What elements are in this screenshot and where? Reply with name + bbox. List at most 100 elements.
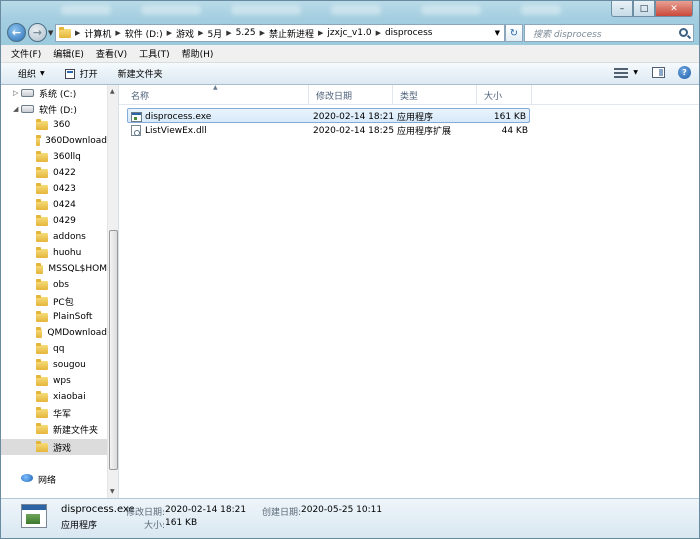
menu-file[interactable]: 文件(F) <box>11 47 41 60</box>
column-name[interactable]: 名称 <box>124 85 309 105</box>
recent-pages-dropdown[interactable]: ▼ <box>48 29 53 37</box>
details-modified-value: 2020-02-14 18:21 <box>165 505 247 515</box>
drive-icon <box>21 89 34 97</box>
breadcrumb-jzxjc[interactable]: jzxjc_v1.0 <box>327 28 371 38</box>
nav-folder-huajun[interactable]: 华军 <box>1 405 107 421</box>
nav-folder-sougou[interactable]: sougou <box>1 357 107 373</box>
chevron-down-icon[interactable]: ▼ <box>633 69 638 76</box>
expand-arrow-icon[interactable]: ▷ <box>13 89 21 97</box>
nav-folder-games[interactable]: 游戏 <box>1 439 107 455</box>
breadcrumb-block-new-process[interactable]: 禁止新进程 <box>269 27 314 40</box>
nav-folder-new-folder[interactable]: 新建文件夹 <box>1 421 107 437</box>
nav-drive-d[interactable]: ◢ 软件 (D:) <box>1 101 107 117</box>
nav-label: QMDownload <box>47 328 107 338</box>
nav-folder-0423[interactable]: 0423 <box>1 181 107 197</box>
nav-scrollbar[interactable]: ▲ ▼ <box>107 85 118 498</box>
nav-drive-c[interactable]: ▷ 系统 (C:) <box>1 85 107 101</box>
close-button[interactable]: ✕ <box>655 1 693 17</box>
scrollbar-thumb[interactable] <box>109 230 118 470</box>
nav-label: 软件 (D:) <box>39 105 77 116</box>
nav-label: 0422 <box>53 168 76 178</box>
collapse-arrow-icon[interactable]: ◢ <box>13 105 21 113</box>
nav-folder-huohu[interactable]: huohu <box>1 245 107 261</box>
nav-folder-plainsoft[interactable]: PlainSoft <box>1 309 107 325</box>
chevron-right-icon[interactable]: ▶ <box>318 29 323 37</box>
back-button[interactable]: ← <box>7 23 26 42</box>
breadcrumb-5-25[interactable]: 5.25 <box>236 28 256 38</box>
navigation-pane: ▷ 系统 (C:) ◢ 软件 (D:) 360 360Download 360l… <box>1 85 119 498</box>
column-modified[interactable]: 修改日期 <box>309 85 393 105</box>
nav-folder-360llq[interactable]: 360llq <box>1 149 107 165</box>
scroll-up-icon[interactable]: ▲ <box>110 88 115 95</box>
menu-edit[interactable]: 编辑(E) <box>53 47 84 60</box>
nav-folder-360download[interactable]: 360Download <box>1 133 107 149</box>
scroll-down-icon[interactable]: ▼ <box>110 488 115 495</box>
nav-folder-wps[interactable]: wps <box>1 373 107 389</box>
folder-icon <box>36 406 48 418</box>
nav-folder-qq[interactable]: qq <box>1 341 107 357</box>
folder-icon <box>36 374 48 386</box>
nav-folder-pc-bao[interactable]: PC包 <box>1 293 107 309</box>
chevron-right-icon[interactable]: ▶ <box>75 29 80 37</box>
file-row-disprocess[interactable]: disprocess.exe 2020-02-14 18:21 应用程序 161… <box>127 108 530 123</box>
column-size[interactable]: 大小 <box>477 85 532 105</box>
details-size-label: 大小: <box>144 521 166 531</box>
chevron-right-icon[interactable]: ▶ <box>198 29 203 37</box>
folder-icon <box>36 214 48 226</box>
title-bar[interactable]: – □ ✕ ← → ▼ ▶ 计算机 ▶ 软件 (D:) ▶ 游戏 ▶ 5月 ▶ … <box>1 1 699 45</box>
chevron-right-icon[interactable]: ▶ <box>376 29 381 37</box>
breadcrumb-disprocess[interactable]: disprocess <box>385 28 433 38</box>
nav-folder-0424[interactable]: 0424 <box>1 197 107 213</box>
chevron-right-icon[interactable]: ▶ <box>260 29 265 37</box>
breadcrumb-may[interactable]: 5月 <box>207 27 222 40</box>
address-dropdown-icon[interactable]: ▼ <box>495 29 500 37</box>
chevron-right-icon[interactable]: ▶ <box>115 29 120 37</box>
nav-label: xiaobai <box>53 392 86 402</box>
nav-folder-addons[interactable]: addons <box>1 229 107 245</box>
minimize-button[interactable]: – <box>611 1 633 17</box>
nav-label: 0424 <box>53 200 76 210</box>
organize-button[interactable]: 组织 ▼ <box>18 67 45 80</box>
address-bar[interactable]: ▶ 计算机 ▶ 软件 (D:) ▶ 游戏 ▶ 5月 ▶ 5.25 ▶ 禁止新进程… <box>55 24 505 42</box>
search-icon[interactable] <box>679 28 688 37</box>
breadcrumb-games[interactable]: 游戏 <box>176 27 194 40</box>
details-modified-label: 修改日期: <box>126 508 166 518</box>
menu-tools[interactable]: 工具(T) <box>139 47 170 60</box>
chevron-right-icon[interactable]: ▶ <box>226 29 231 37</box>
file-modified: 2020-02-14 18:21 <box>313 111 395 122</box>
column-header-row: ▲ 名称 修改日期 类型 大小 <box>119 84 699 105</box>
menu-help[interactable]: 帮助(H) <box>182 47 214 60</box>
nav-folder-xiaobai[interactable]: xiaobai <box>1 389 107 405</box>
nav-folder-0422[interactable]: 0422 <box>1 165 107 181</box>
menu-view[interactable]: 查看(V) <box>96 47 127 60</box>
nav-folder-mssql[interactable]: MSSQL$HOM <box>1 261 107 277</box>
nav-folder-obs[interactable]: obs <box>1 277 107 293</box>
nav-network[interactable]: 网络 <box>1 471 107 487</box>
nav-label: 华军 <box>53 409 72 420</box>
open-label: 打开 <box>79 70 98 80</box>
breadcrumb-computer[interactable]: 计算机 <box>84 27 111 40</box>
breadcrumb-drive-d[interactable]: 软件 (D:) <box>125 27 163 40</box>
maximize-button[interactable]: □ <box>633 1 655 17</box>
open-icon <box>64 68 75 79</box>
nav-folder-360[interactable]: 360 <box>1 117 107 133</box>
nav-folder-qmdownload[interactable]: QMDownload <box>1 325 107 341</box>
nav-folder-0429[interactable]: 0429 <box>1 213 107 229</box>
search-input[interactable]: 搜索 disprocess <box>524 24 694 42</box>
nav-label: 0423 <box>53 184 76 194</box>
open-button[interactable]: 打开 <box>64 67 98 80</box>
view-options-icon[interactable] <box>614 67 629 78</box>
new-folder-button[interactable]: 新建文件夹 <box>118 67 163 80</box>
column-type[interactable]: 类型 <box>393 85 477 105</box>
chevron-right-icon[interactable]: ▶ <box>167 29 172 37</box>
folder-icon <box>59 26 71 38</box>
folder-icon <box>36 440 48 452</box>
nav-label: obs <box>53 280 69 290</box>
help-icon[interactable]: ? <box>678 66 691 79</box>
refresh-button[interactable]: ↻ <box>505 24 523 42</box>
preview-pane-icon[interactable] <box>652 67 665 78</box>
nav-label: addons <box>53 232 86 242</box>
file-row-listviewex[interactable]: ListViewEx.dll 2020-02-14 18:25 应用程序扩展 4… <box>127 123 530 138</box>
folder-icon <box>36 262 44 274</box>
forward-button[interactable]: → <box>28 23 47 42</box>
